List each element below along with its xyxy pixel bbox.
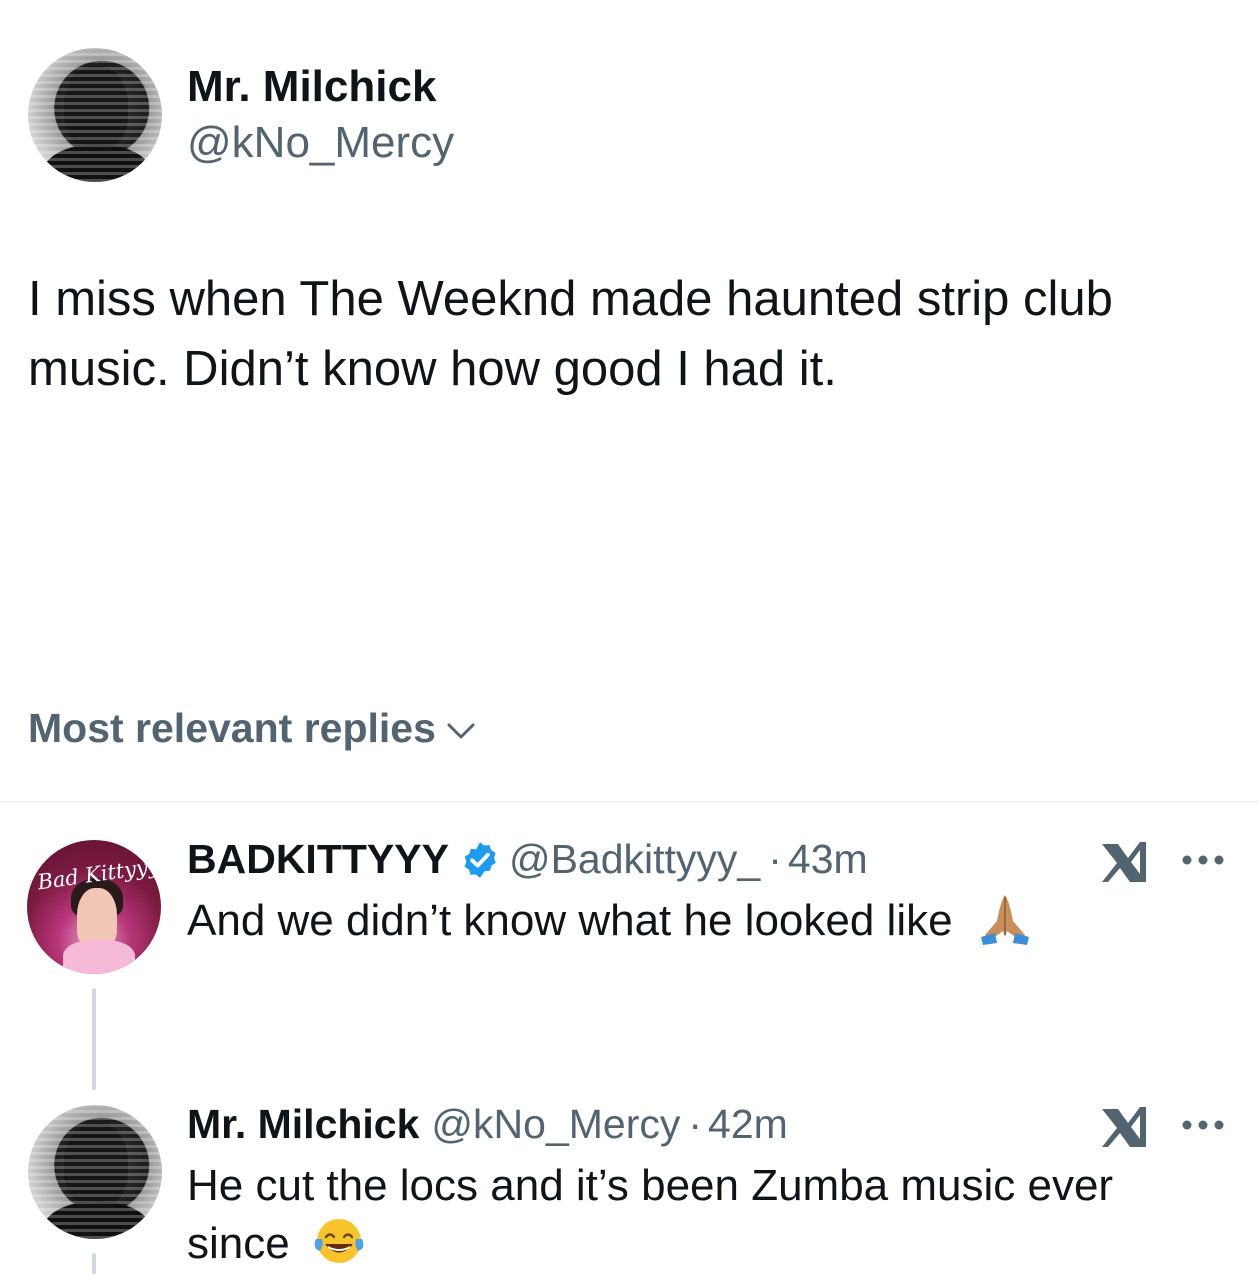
verified-badge-icon[interactable]	[459, 839, 501, 881]
thread-line	[92, 1253, 96, 1274]
reply-display-name[interactable]: Mr. Milchick	[187, 1101, 419, 1148]
reply-display-name[interactable]: BADKITTYYY	[187, 836, 449, 883]
thread-line	[92, 988, 96, 1090]
reply-timestamp[interactable]: 43m	[788, 836, 868, 883]
avatar-clothing	[63, 940, 135, 974]
reply-header: BADKITTYYY @Badkittyyy_ · 43m	[187, 836, 868, 883]
tweet-text-line-1: I miss when The Weeknd made haunted stri…	[28, 272, 1113, 326]
separator-dot: ·	[688, 1101, 703, 1147]
avatar[interactable]: Bad Kittyyy	[27, 840, 161, 974]
separator-dot: ·	[768, 836, 782, 882]
reply-header: Mr. Milchick @kNo_Mercy · 42m	[187, 1101, 788, 1148]
replies-sort-dropdown[interactable]: Most relevant replies	[28, 705, 476, 752]
avatar-blinds	[28, 48, 162, 182]
reply-text: He cut the locs and it’s been Zumba musi…	[187, 1157, 1187, 1273]
avatar[interactable]	[28, 1105, 162, 1239]
reply-handle[interactable]: @kNo_Mercy	[431, 1101, 680, 1148]
reply-item[interactable]: Mr. Milchick @kNo_Mercy · 42m He cut the…	[0, 1093, 1258, 1274]
reply-text: And we didn’t know what he looked like	[187, 892, 1035, 950]
reply-handle[interactable]: @Badkittyyy_	[509, 836, 760, 883]
face-with-tears-of-joy-emoji-icon	[314, 1219, 364, 1264]
more-options-icon[interactable]	[1180, 1118, 1226, 1132]
tweet-text-line-2: music. Didn’t know how good I had it.	[28, 342, 837, 396]
reply-timestamp[interactable]: 42m	[708, 1101, 788, 1148]
avatar-blinds	[28, 1105, 162, 1239]
reply-item[interactable]: Bad Kittyyy BADKITTYYY @Badkittyyy_ · 43…	[0, 803, 1258, 1093]
grok-icon[interactable]	[1098, 838, 1152, 884]
tweet-text: I miss when The Weeknd made haunted stri…	[28, 264, 1228, 404]
folded-hands-emoji-icon	[980, 895, 1029, 946]
main-tweet: Mr. Milchick @kNo_Mercy I miss when The …	[0, 0, 1258, 800]
replies-sort-label: Most relevant replies	[28, 705, 436, 751]
reply-text-content: And we didn’t know what he looked like	[187, 896, 953, 945]
more-options-icon[interactable]	[1180, 853, 1226, 867]
author-display-name[interactable]: Mr. Milchick	[187, 62, 436, 112]
chevron-down-icon	[447, 723, 475, 738]
author-handle[interactable]: @kNo_Mercy	[187, 118, 454, 168]
avatar-figure	[77, 888, 117, 948]
avatar[interactable]	[28, 48, 162, 182]
grok-icon[interactable]	[1098, 1103, 1152, 1149]
